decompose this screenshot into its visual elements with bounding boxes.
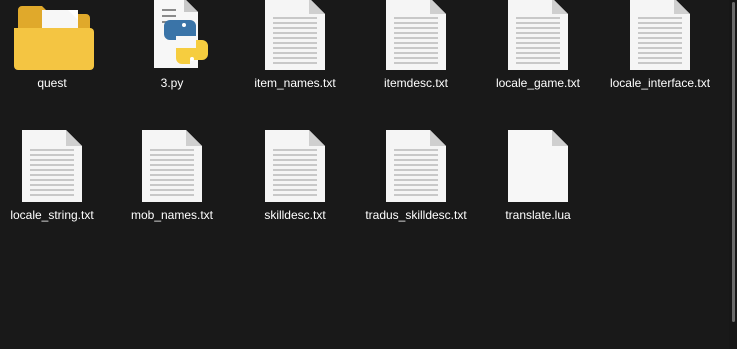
blank-file-icon [490, 120, 586, 206]
text-file-icon [247, 0, 343, 74]
file-item-blank[interactable]: translate.lua [478, 120, 598, 223]
file-item-text[interactable]: skilldesc.txt [235, 120, 355, 223]
text-file-icon [247, 120, 343, 206]
text-file-icon [490, 0, 586, 74]
vertical-scrollbar[interactable] [729, 0, 737, 349]
file-name-label: item_names.txt [254, 76, 336, 90]
file-item-text[interactable]: locale_interface.txt [600, 0, 720, 91]
file-name-label: locale_game.txt [495, 76, 581, 90]
file-grid: quest 3.py item_names.txt itemdesc.txt l… [0, 0, 729, 349]
text-file-icon [368, 0, 464, 74]
file-name-label: locale_string.txt [10, 208, 94, 222]
file-name-label: 3.py [160, 76, 184, 90]
file-item-text[interactable]: mob_names.txt [112, 120, 232, 223]
scroll-thumb[interactable] [732, 2, 735, 322]
file-name-label: translate.lua [505, 208, 571, 222]
file-item-python[interactable]: 3.py [112, 0, 232, 91]
file-name-label: skilldesc.txt [264, 208, 326, 222]
text-file-icon [612, 0, 708, 74]
text-file-icon [124, 120, 220, 206]
text-file-icon [4, 120, 100, 206]
text-file-icon [368, 120, 464, 206]
file-name-label: locale_interface.txt [609, 76, 711, 90]
file-item-text[interactable]: item_names.txt [235, 0, 355, 91]
folder-icon [4, 0, 100, 74]
file-name-label: itemdesc.txt [383, 76, 449, 90]
file-item-text[interactable]: itemdesc.txt [356, 0, 476, 91]
file-item-text[interactable]: locale_string.txt [0, 120, 112, 223]
file-item-text[interactable]: tradus_skilldesc.txt [356, 120, 476, 223]
file-item-text[interactable]: locale_game.txt [478, 0, 598, 91]
file-name-label: quest [37, 76, 67, 90]
python-file-icon [124, 0, 220, 74]
file-name-label: tradus_skilldesc.txt [365, 208, 467, 222]
file-item-folder[interactable]: quest [0, 0, 112, 91]
file-name-label: mob_names.txt [130, 208, 214, 222]
